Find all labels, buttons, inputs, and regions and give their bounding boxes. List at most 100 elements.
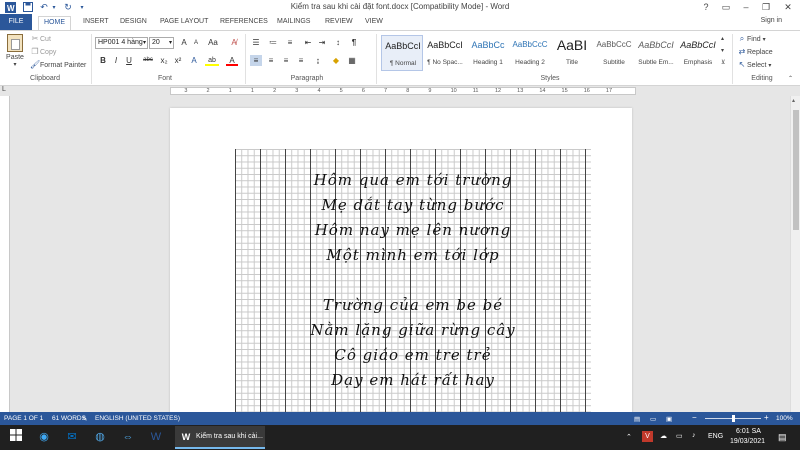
subscript-button[interactable]: x₂ xyxy=(158,55,170,66)
cut-button[interactable]: ✂ Cut xyxy=(30,34,51,44)
vertical-scrollbar[interactable]: ▴ xyxy=(790,96,800,412)
copy-button[interactable]: ❐Copy xyxy=(30,47,56,57)
align-right-icon[interactable]: ≡ xyxy=(280,55,292,66)
document-area[interactable]: Hôm qua em tới trường Mẹ dắt tay từng bướ… xyxy=(10,96,790,412)
line-spacing-icon[interactable]: ↨ xyxy=(312,55,324,66)
tab-insert[interactable]: INSERT xyxy=(78,16,114,30)
word-app-icon[interactable]: W xyxy=(148,429,164,445)
style-subtitle[interactable]: AaBbCcC Subtitle xyxy=(593,35,635,71)
ribbon-display-icon[interactable]: ▭ xyxy=(716,0,736,14)
tab-view[interactable]: VIEW xyxy=(360,16,388,30)
word-count[interactable]: 61 WORDS xyxy=(52,415,86,422)
style-emphasis[interactable]: AaBbCcI Emphasis xyxy=(677,35,719,71)
show-formatting-icon[interactable]: ¶ xyxy=(348,37,360,48)
tab-review[interactable]: REVIEW xyxy=(320,16,358,30)
text-effects-icon[interactable]: A xyxy=(188,55,200,66)
numbering-icon[interactable]: ≔ xyxy=(267,37,279,48)
read-mode-icon[interactable]: ▤ xyxy=(634,415,640,423)
tab-references[interactable]: REFERENCES xyxy=(215,16,273,30)
notifications-icon[interactable]: ▤ xyxy=(778,432,787,443)
style-name: Heading 2 xyxy=(515,59,545,66)
window-title: Kiểm tra sau khi cài đặt font.docx [Comp… xyxy=(290,2,510,11)
mail-icon[interactable]: ✉ xyxy=(64,429,80,445)
decrease-indent-icon[interactable]: ⇤ xyxy=(302,37,314,48)
select-button[interactable]: ↖ Select ▾ xyxy=(737,60,772,70)
edge-icon[interactable]: ◉ xyxy=(36,429,52,445)
tray-app-icon[interactable]: V xyxy=(642,431,653,442)
chevron-down-icon: ▾ xyxy=(142,40,146,46)
style-subtle-emphasis[interactable]: AaBbCcI Subtle Em... xyxy=(635,35,677,71)
document-page[interactable]: Hôm qua em tới trường Mẹ dắt tay từng bướ… xyxy=(170,108,632,412)
highlight-button[interactable]: ab xyxy=(205,55,219,66)
sign-in-link[interactable]: Sign in xyxy=(761,17,782,24)
change-case-button[interactable]: Aa xyxy=(205,37,221,48)
language-status[interactable]: ENGLISH (UNITED STATES) xyxy=(95,415,180,422)
shrink-font-button[interactable]: A xyxy=(190,38,202,49)
zoom-slider-thumb[interactable] xyxy=(732,415,735,422)
zoom-out-button[interactable]: − xyxy=(692,413,697,422)
scrollbar-thumb[interactable] xyxy=(793,110,799,230)
style-heading-1[interactable]: AaBbCc Heading 1 xyxy=(467,35,509,71)
help-button[interactable]: ? xyxy=(696,0,716,14)
page-count[interactable]: PAGE 1 OF 1 xyxy=(4,415,43,422)
style-normal[interactable]: AaBbCcI ¶ Normal xyxy=(381,35,423,71)
style-no-spacing[interactable]: AaBbCcI ¶ No Spac... xyxy=(424,35,466,71)
clear-formatting-icon[interactable]: A̸ xyxy=(228,37,240,48)
onedrive-icon[interactable]: ☁ xyxy=(660,432,667,440)
tab-file[interactable]: FILE xyxy=(0,14,32,30)
align-left-icon[interactable]: ≡ xyxy=(250,55,262,66)
zoom-level[interactable]: 100% xyxy=(776,415,793,422)
font-size-combo[interactable]: 20 ▾ xyxy=(149,37,174,49)
bold-button[interactable]: B xyxy=(97,55,109,66)
shading-icon[interactable]: ◆ xyxy=(330,55,342,66)
collapse-ribbon-icon[interactable]: ⌃ xyxy=(788,75,793,82)
print-layout-icon[interactable]: ▭ xyxy=(650,415,656,423)
increase-indent-icon[interactable]: ⇥ xyxy=(316,37,328,48)
minimize-button[interactable]: – xyxy=(736,0,756,14)
show-hidden-icons[interactable]: ⌃ xyxy=(626,433,632,441)
vertical-ruler[interactable] xyxy=(0,96,10,412)
web-layout-icon[interactable]: ▣ xyxy=(666,415,672,423)
underline-button[interactable]: U xyxy=(123,55,135,66)
volume-icon[interactable]: ♪ xyxy=(692,432,696,439)
horizontal-ruler[interactable]: L 3 2 1 1 2 3 4 5 6 7 8 9 10 11 12 13 14 15 16 17 xyxy=(0,86,800,96)
tab-page-layout[interactable]: PAGE LAYOUT xyxy=(155,16,213,30)
tab-design[interactable]: DESIGN xyxy=(115,16,152,30)
proofing-icon[interactable]: ✎ xyxy=(82,415,87,423)
multilevel-list-icon[interactable]: ≡ xyxy=(284,37,296,48)
clock-time[interactable]: 6:01 SA xyxy=(736,428,761,435)
clock-date[interactable]: 19/03/2021 xyxy=(730,438,765,445)
tab-home[interactable]: HOME xyxy=(38,16,71,30)
font-color-button[interactable]: A xyxy=(226,55,238,66)
zoom-in-button[interactable]: + xyxy=(764,413,769,422)
bullets-icon[interactable]: ☰ xyxy=(250,37,262,48)
font-name-combo[interactable]: HP001 4 hàng ▾ xyxy=(95,37,148,49)
zalo-icon[interactable]: ◍ xyxy=(92,429,108,445)
tab-selector-icon[interactable]: L xyxy=(2,86,6,93)
grow-font-button[interactable]: A xyxy=(178,37,190,48)
italic-button[interactable]: I xyxy=(110,55,122,66)
styles-scroll-down-icon[interactable]: ▾ xyxy=(721,47,724,54)
strikethrough-button[interactable]: abc xyxy=(140,55,156,66)
tab-mailings[interactable]: MAILINGS xyxy=(272,16,315,30)
language-indicator[interactable]: ENG xyxy=(708,433,723,440)
styles-scroll-up-icon[interactable]: ▴ xyxy=(721,35,724,42)
superscript-button[interactable]: x² xyxy=(172,55,184,66)
network-icon[interactable]: ▭ xyxy=(676,432,683,440)
style-heading-2[interactable]: AaBbCcC Heading 2 xyxy=(509,35,551,71)
borders-icon[interactable]: ▦ xyxy=(346,55,358,66)
scroll-up-icon[interactable]: ▴ xyxy=(792,97,795,104)
format-painter-button[interactable]: 🖌Format Painter xyxy=(30,60,86,70)
teamviewer-icon[interactable]: ⇔ xyxy=(120,429,136,445)
paste-button[interactable]: Paste ▾ xyxy=(4,34,26,74)
align-center-icon[interactable]: ≡ xyxy=(265,55,277,66)
sort-icon[interactable]: ↕ xyxy=(332,37,344,48)
style-title[interactable]: AaBI Title xyxy=(551,35,593,71)
start-windows-icon[interactable] xyxy=(8,429,24,445)
justify-icon[interactable]: ≡ xyxy=(295,55,307,66)
styles-more-icon[interactable]: ⊻ xyxy=(721,59,725,66)
close-button[interactable]: ✕ xyxy=(778,0,798,14)
replace-button[interactable]: ⇄ Replace xyxy=(737,47,773,57)
maximize-button[interactable]: ❐ xyxy=(756,0,776,14)
find-button[interactable]: ⌕ Find ▾ xyxy=(737,34,766,44)
